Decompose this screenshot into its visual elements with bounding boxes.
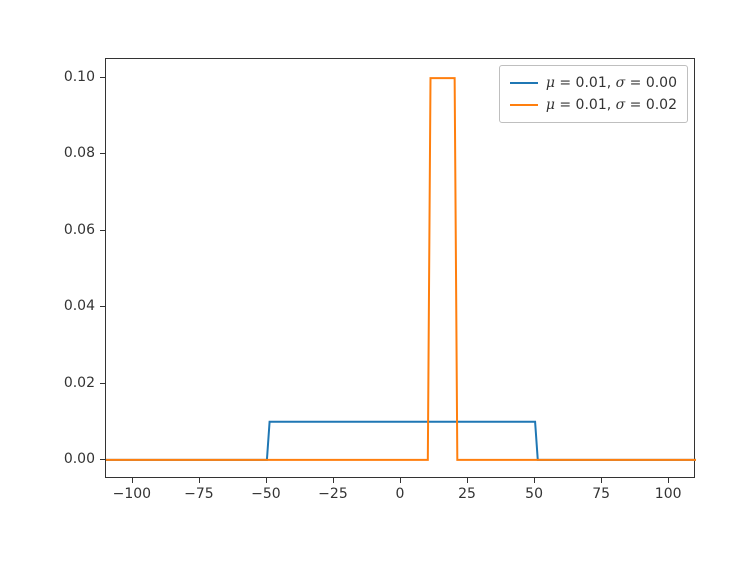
x-tick-label: 75 (592, 486, 610, 502)
plot-axes: μ = 0.01, σ = 0.00 μ = 0.01, σ = 0.02 (105, 58, 695, 478)
x-tick (266, 478, 267, 483)
x-tick-label: −100 (113, 486, 151, 502)
legend: μ = 0.01, σ = 0.00 μ = 0.01, σ = 0.02 (499, 65, 688, 123)
x-tick-label: −25 (318, 486, 348, 502)
legend-item: μ = 0.01, σ = 0.00 (510, 72, 677, 94)
x-tick-label: 50 (525, 486, 543, 502)
y-tick-label: 0.10 (64, 69, 95, 85)
x-tick (467, 478, 468, 483)
legend-swatch (510, 82, 538, 84)
y-tick-label: 0.08 (64, 145, 95, 161)
x-tick-label: −50 (251, 486, 281, 502)
x-tick (333, 478, 334, 483)
x-tick (199, 478, 200, 483)
y-tick-label: 0.00 (64, 451, 95, 467)
x-tick-label: 25 (458, 486, 476, 502)
y-tick-label: 0.04 (64, 298, 95, 314)
y-tick (100, 459, 105, 460)
y-tick (100, 153, 105, 154)
x-tick-label: 100 (655, 486, 682, 502)
legend-item: μ = 0.01, σ = 0.02 (510, 94, 677, 116)
y-tick (100, 77, 105, 78)
y-tick (100, 230, 105, 231)
figure: μ = 0.01, σ = 0.00 μ = 0.01, σ = 0.02 −10… (0, 0, 750, 563)
x-tick (534, 478, 535, 483)
y-tick (100, 306, 105, 307)
x-tick (400, 478, 401, 483)
y-tick-label: 0.06 (64, 222, 95, 238)
x-tick (132, 478, 133, 483)
x-tick-label: −75 (184, 486, 214, 502)
x-tick (668, 478, 669, 483)
y-tick-label: 0.02 (64, 375, 95, 391)
x-tick (601, 478, 602, 483)
x-tick-label: 0 (396, 486, 405, 502)
legend-label: μ = 0.01, σ = 0.02 (546, 97, 677, 113)
legend-swatch (510, 104, 538, 106)
series-line-1 (106, 78, 696, 460)
series-line-0 (106, 422, 696, 460)
legend-label: μ = 0.01, σ = 0.00 (546, 75, 677, 91)
y-tick (100, 383, 105, 384)
